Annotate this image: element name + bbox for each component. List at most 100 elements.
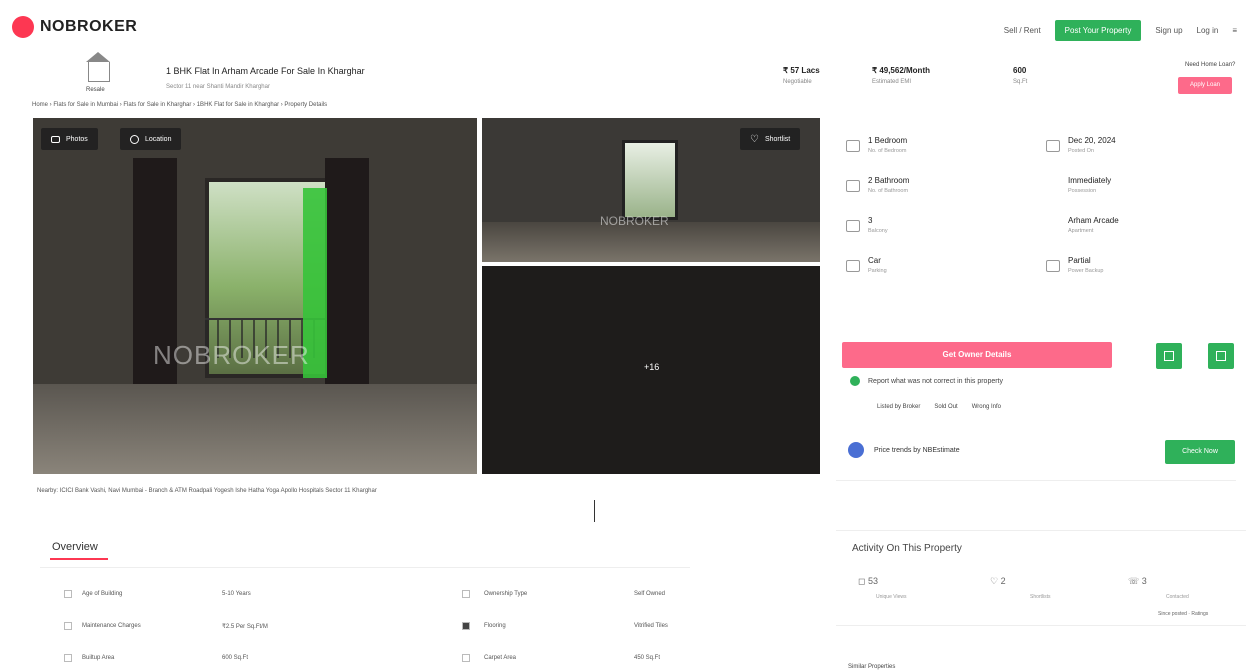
- nav-login[interactable]: Log in: [1197, 26, 1219, 35]
- power-icon: [1046, 260, 1060, 272]
- feature-parking: Car Parking: [846, 256, 887, 274]
- feature-label: Parking: [868, 268, 887, 274]
- feature-apartment: Arham Arcade Apartment: [1046, 216, 1119, 234]
- builtup-icon: [64, 654, 72, 662]
- key-icon: [1046, 180, 1060, 192]
- building-icon: [64, 590, 72, 598]
- shortlist-label: Shortlist: [764, 135, 791, 143]
- nav-sell-rent[interactable]: Sell / Rent: [1004, 26, 1041, 35]
- feature-label: Apartment: [1068, 228, 1094, 234]
- feature-value: 2 Bathroom: [868, 176, 910, 185]
- balcony-icon: [846, 220, 860, 232]
- shortlist-button[interactable]: ♡ Shortlist: [740, 128, 801, 150]
- overview-value: ₹2.5 Per Sq.Ft/M: [222, 624, 268, 630]
- location-label: Location: [145, 135, 172, 143]
- thumb-floor: [482, 222, 820, 262]
- feature-value: Immediately: [1068, 176, 1112, 185]
- overview-label: Ownership Type: [484, 591, 528, 597]
- report-tags: Listed by Broker Sold Out Wrong Info: [877, 404, 1001, 410]
- location-button[interactable]: Location: [120, 128, 182, 150]
- feature-label: Possession: [1068, 188, 1097, 194]
- property-title: 1 BHK Flat In Arham Arcade For Sale In K…: [166, 66, 365, 76]
- apply-loan-button[interactable]: Apply Loan: [1178, 77, 1232, 94]
- report-tag-sold-out[interactable]: Sold Out: [934, 404, 957, 410]
- more-photos-count[interactable]: +16: [644, 362, 659, 372]
- shortlist-count: 2: [1000, 576, 1006, 586]
- breadcrumb[interactable]: Home › Flats for Sale in Mumbai › Flats …: [32, 102, 327, 108]
- check-now-button[interactable]: Check Now: [1165, 440, 1235, 464]
- logo-mark-icon: [12, 16, 34, 38]
- report-tag-broker[interactable]: Listed by Broker: [877, 404, 920, 410]
- emi-value: ₹ 49,562/Month: [872, 66, 930, 75]
- overview-value: 450 Sq.Ft: [634, 655, 661, 661]
- trend-icon: [848, 442, 864, 458]
- price-trend-row: Price trends by NBEstimate: [848, 442, 960, 458]
- bed-icon: [846, 140, 860, 152]
- views-count: 53: [867, 576, 878, 586]
- feature-bathroom: 2 Bathroom No. of Bathroom: [846, 176, 909, 194]
- photos-button[interactable]: Photos: [41, 128, 98, 150]
- chat-button[interactable]: [1208, 343, 1234, 369]
- feature-posted: Dec 20, 2024 Posted On: [1046, 136, 1116, 154]
- feature-label: Posted On: [1068, 148, 1094, 154]
- feature-possession: Immediately Possession: [1046, 176, 1111, 194]
- location-icon: [130, 134, 139, 144]
- overview-label: Age of Building: [82, 591, 123, 597]
- overview-value: Vitrified Tiles: [634, 623, 668, 629]
- feature-value: 1 Bedroom: [868, 136, 908, 145]
- overview-label: Builtup Area: [82, 655, 115, 661]
- camera-icon: [51, 135, 60, 143]
- feature-label: Balcony: [868, 228, 888, 234]
- views-label: Unique Views: [876, 594, 907, 600]
- calendar-icon: [1046, 140, 1060, 152]
- price-value: ₹ 57 Lacs: [783, 66, 820, 75]
- activity-views: ◻ 53: [858, 576, 878, 586]
- overview-divider: [40, 567, 690, 568]
- house-caption: Resale: [86, 87, 105, 93]
- overview-underline: [50, 558, 108, 560]
- feature-balcony: 3 Balcony: [846, 216, 888, 234]
- area-sub: Sq.Ft: [1013, 79, 1028, 85]
- feature-value: 3: [868, 216, 873, 225]
- get-owner-details-button[interactable]: Get Owner Details: [842, 342, 1112, 368]
- activity-contacted: ☏ 3: [1128, 576, 1147, 586]
- loan-question: Need Home Loan?: [1185, 62, 1236, 68]
- carpet-icon: [462, 654, 470, 662]
- feature-label: No. of Bathroom: [868, 188, 909, 194]
- nav-signup[interactable]: Sign up: [1155, 26, 1182, 35]
- calendar-icon: [1164, 351, 1174, 361]
- curtain-right: [325, 158, 369, 388]
- price-stat: ₹ 57 Lacs Negotiable: [783, 66, 820, 85]
- logo-text: NOBROKER: [40, 18, 138, 35]
- thumb-window: [622, 140, 678, 220]
- feature-bedroom: 1 Bedroom No. of Bedroom: [846, 136, 907, 154]
- overview-label: Maintenance Charges: [82, 623, 141, 629]
- contacted-count: 3: [1141, 576, 1147, 586]
- property-subtitle: Sector 11 near Shanti Mandir Kharghar: [166, 84, 270, 90]
- report-dot-icon: [850, 376, 860, 386]
- report-tag-wrong-info[interactable]: Wrong Info: [972, 404, 1001, 410]
- feature-value: Partial: [1068, 256, 1091, 265]
- ownership-icon: [462, 590, 470, 598]
- report-row: Report what was not correct in this prop…: [850, 376, 1003, 386]
- feature-value: Arham Arcade: [1068, 216, 1119, 225]
- price-sub: Negotiable: [783, 79, 812, 85]
- feature-value: Dec 20, 2024: [1068, 136, 1116, 145]
- post-property-button[interactable]: Post Your Property: [1054, 20, 1142, 41]
- maintenance-icon: [64, 622, 72, 630]
- bath-icon: [846, 180, 860, 192]
- feature-value: Car: [868, 256, 881, 265]
- emi-sub[interactable]: Estimated EMI: [872, 79, 930, 85]
- menu-icon[interactable]: ≡: [1232, 26, 1237, 35]
- overview-heading[interactable]: Overview: [52, 541, 98, 553]
- page: NOBROKER Sell / Rent Post Your Property …: [0, 0, 1249, 670]
- nobroker-logo[interactable]: NOBROKER: [12, 16, 137, 38]
- text-cursor: [594, 500, 595, 522]
- feature-label: No. of Bedroom: [868, 148, 907, 154]
- room-floor: [33, 384, 477, 474]
- schedule-visit-button[interactable]: [1156, 343, 1182, 369]
- activity-shortlists: ♡ 2: [990, 576, 1006, 586]
- chat-icon: [1216, 351, 1226, 361]
- top-navbar: NOBROKER Sell / Rent Post Your Property …: [0, 0, 1249, 54]
- main-photo[interactable]: NOBROKER: [33, 118, 477, 474]
